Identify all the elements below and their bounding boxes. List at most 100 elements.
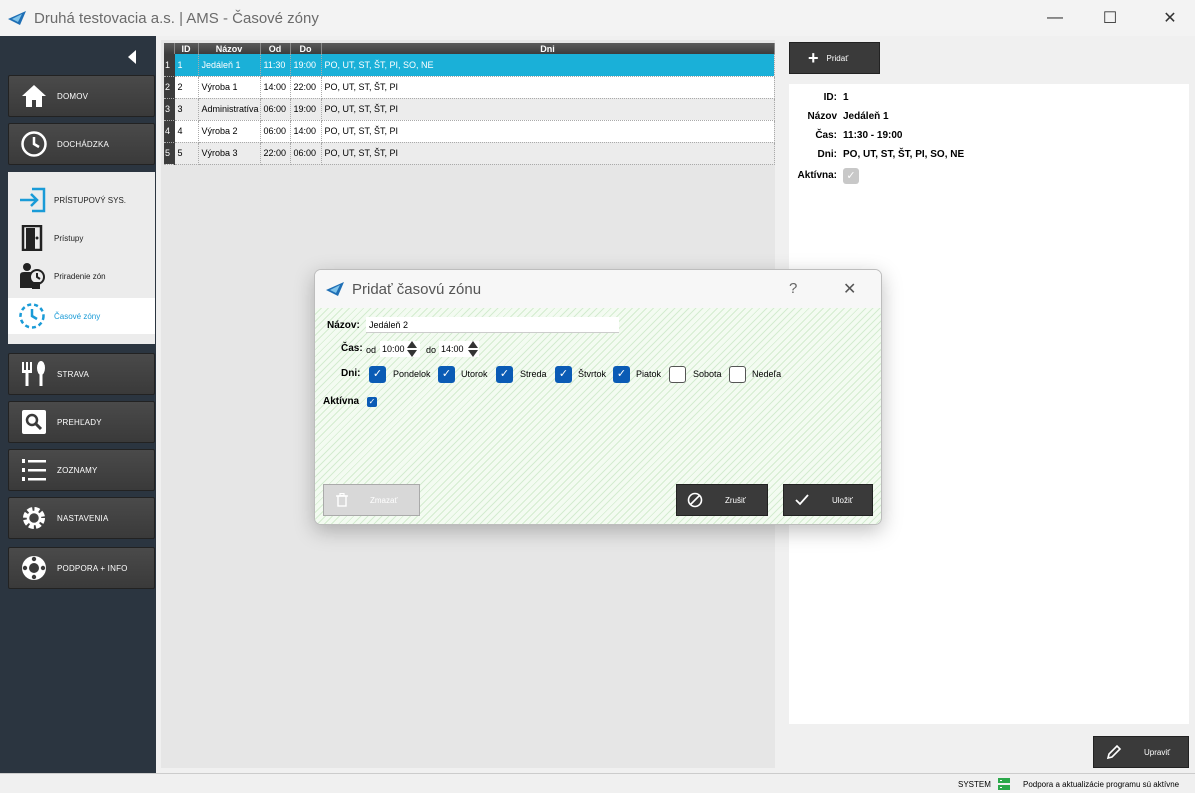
checkbox-sobota[interactable]: [669, 366, 686, 383]
nav-label: NASTAVENIA: [57, 513, 109, 523]
row-number: 1: [164, 54, 175, 77]
row-number: 3: [164, 98, 175, 121]
nav-prehlady[interactable]: PREHĽADY: [8, 401, 155, 443]
dialog-close-icon[interactable]: ✕: [843, 279, 856, 299]
days-label: Dni:: [341, 368, 361, 379]
time-label: Čas:: [341, 343, 363, 354]
dialog-title-bar: Pridať časovú zónu ? ✕: [315, 270, 881, 308]
name-input[interactable]: [366, 317, 619, 333]
nav-dochadzka[interactable]: DOCHÁDZKA: [8, 123, 155, 165]
column-header[interactable]: Do: [290, 43, 322, 54]
detail-id-key: ID:: [823, 92, 837, 103]
subnav-pristupy[interactable]: Prístupy: [8, 220, 155, 256]
nav-label: STRAVA: [57, 369, 90, 379]
app-logo-icon: [8, 11, 26, 25]
row-header-corner: [164, 43, 175, 54]
cell-id: 3: [174, 98, 199, 121]
nav-zoznamy[interactable]: ZOZNAMY: [8, 449, 155, 491]
detail-name-key: Názov: [807, 111, 837, 122]
cell-id: 5: [174, 142, 199, 165]
cell-to: 14:00: [290, 120, 322, 143]
cell-from: 06:00: [260, 98, 291, 121]
subnav-priradenie-zon[interactable]: Priradenie zón: [8, 258, 155, 294]
checkbox-piatok[interactable]: ✓: [613, 366, 630, 383]
checkbox-utorok[interactable]: ✓: [438, 366, 455, 383]
subnav-pristupovy-sys[interactable]: PRÍSTUPOVÝ SYS.: [8, 182, 155, 218]
delete-button-label: Zmazať: [370, 495, 398, 505]
table-row[interactable]: 3 3 Administratíva 06:00 19:00 PO, UT, S…: [164, 98, 775, 121]
cell-days: PO, UT, ST, ŠT, PI, SO, NE: [321, 54, 775, 77]
checkbox-stvrtok[interactable]: ✓: [555, 366, 572, 383]
cell-name: Administratíva: [198, 98, 261, 121]
cancel-button[interactable]: Zrušiť: [676, 484, 768, 516]
nav-label: ZOZNAMY: [57, 465, 98, 475]
row-number: 2: [164, 76, 175, 99]
app-logo-icon: [326, 282, 344, 296]
cell-to: 06:00: [290, 142, 322, 165]
active-checkbox[interactable]: ✓: [367, 397, 377, 407]
help-icon[interactable]: ?: [789, 280, 797, 297]
checkbox-pondelok[interactable]: ✓: [369, 366, 386, 383]
column-header[interactable]: Dni: [321, 43, 775, 54]
table-row[interactable]: 1 1 Jedáleň 1 11:30 19:00 PO, UT, ST, ŠT…: [164, 54, 775, 77]
cell-id: 1: [174, 54, 199, 77]
save-button-label: Uložiť: [832, 495, 853, 505]
trash-icon: [336, 493, 348, 507]
plus-icon: +: [808, 47, 819, 68]
detail-id-row: ID: 1: [789, 92, 849, 103]
table-row[interactable]: 5 5 Výroba 3 22:00 06:00 PO, UT, ST, ŠT,…: [164, 142, 775, 165]
day-label: Piatok: [636, 369, 662, 379]
checkbox-streda[interactable]: ✓: [496, 366, 513, 383]
row-number: 4: [164, 120, 175, 143]
day-label: Nedeľa: [752, 369, 782, 379]
add-button[interactable]: + Pridať: [789, 42, 880, 74]
day-label: Štvrtok: [578, 369, 607, 379]
subnav-pristupovy: PRÍSTUPOVÝ SYS. Prístupy Priradenie zón …: [8, 172, 155, 344]
cell-days: PO, UT, ST, ŠT, PI: [321, 142, 775, 165]
minimize-button[interactable]: —: [1025, 0, 1085, 36]
nav-podpora-info[interactable]: PODPORA + INFO: [8, 547, 155, 589]
collapse-sidebar-icon[interactable]: [128, 50, 136, 64]
column-header[interactable]: Názov: [198, 43, 261, 54]
dialog-body: Názov: Čas: od 10:00 do 14:00 Dni: ✓ Pon…: [315, 308, 881, 524]
detail-days-key: Dni:: [817, 149, 837, 160]
subnav-label: PRÍSTUPOVÝ SYS.: [54, 195, 127, 205]
table-row[interactable]: 2 2 Výroba 1 14:00 22:00 PO, UT, ST, ŠT,…: [164, 76, 775, 99]
detail-name-value: Jedáleň 1: [843, 111, 889, 122]
column-header[interactable]: Od: [260, 43, 291, 54]
day-label: Utorok: [461, 369, 488, 379]
cell-name: Výroba 1: [198, 76, 261, 99]
detail-time-key: Čas:: [815, 130, 837, 141]
cell-id: 4: [174, 120, 199, 143]
column-header[interactable]: ID: [174, 43, 199, 54]
cell-name: Výroba 3: [198, 142, 261, 165]
edit-button[interactable]: Upraviť: [1093, 736, 1189, 768]
nav-label: DOCHÁDZKA: [57, 139, 110, 149]
checkbox-nedela[interactable]: [729, 366, 746, 383]
to-time-spinner[interactable]: [467, 341, 479, 357]
maximize-button[interactable]: ☐: [1080, 0, 1140, 36]
cell-days: PO, UT, ST, ŠT, PI: [321, 76, 775, 99]
add-time-zone-dialog: Pridať časovú zónu ? ✕ Názov: Čas: od 10…: [314, 269, 882, 525]
nav-nastavenia[interactable]: NASTAVENIA: [8, 497, 155, 539]
sidebar: DOMOV DOCHÁDZKA PRÍSTUPOVÝ SYS. Prístupy…: [0, 36, 156, 773]
delete-button: Zmazať: [323, 484, 420, 516]
list-icon: [19, 455, 49, 485]
day-label: Pondelok: [393, 369, 431, 379]
nav-strava[interactable]: STRAVA: [8, 353, 155, 395]
table-row[interactable]: 4 4 Výroba 2 06:00 14:00 PO, UT, ST, ŠT,…: [164, 120, 775, 143]
subnav-label: Časové zóny: [54, 311, 101, 321]
maximize-icon: ☐: [1102, 10, 1118, 27]
from-time-spinner[interactable]: [406, 341, 418, 357]
spin-up-icon: [468, 341, 478, 348]
checkmark-icon: [794, 492, 810, 508]
detail-name-row: Názov Jedáleň 1: [789, 111, 889, 122]
cancel-button-label: Zrušiť: [725, 495, 746, 505]
dialog-title: Pridať časovú zónu: [352, 280, 482, 298]
cell-from: 06:00: [260, 120, 291, 143]
nav-domov[interactable]: DOMOV: [8, 75, 155, 117]
save-button[interactable]: Uložiť: [783, 484, 873, 516]
close-window-button[interactable]: ✕: [1140, 0, 1195, 36]
detail-time-value: 11:30 - 19:00: [843, 130, 903, 141]
subnav-casove-zony[interactable]: Časové zóny: [8, 298, 155, 334]
